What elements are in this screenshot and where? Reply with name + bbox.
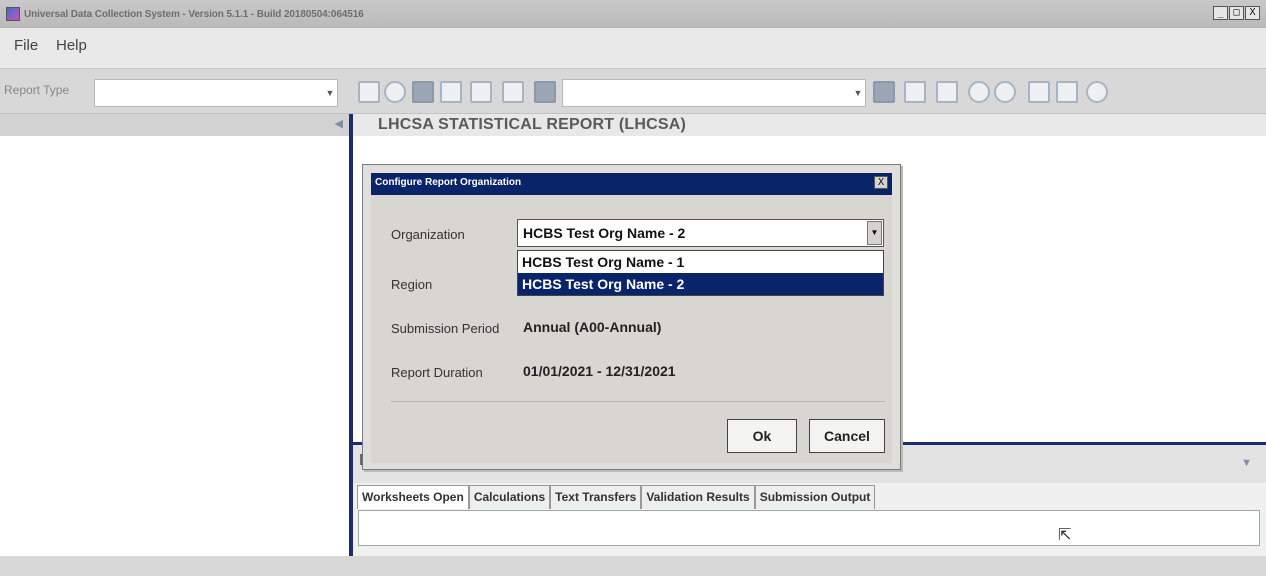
organization-label: Organization — [391, 227, 465, 242]
submission-period-label: Submission Period — [391, 321, 500, 336]
bottom-tabs: Worksheets Open Calculations Text Transf… — [357, 485, 876, 509]
back-icon[interactable] — [968, 81, 990, 103]
grid-view-icon[interactable] — [412, 81, 434, 103]
comment-icon[interactable] — [936, 81, 958, 103]
left-panel-header: ◀ — [0, 114, 349, 136]
dialog-title: Configure Report Organization — [375, 177, 522, 188]
organization-option-1[interactable]: HCBS Test Org Name - 1 — [518, 251, 883, 273]
maximize-button[interactable]: □ — [1229, 6, 1244, 20]
organization-dropdown: HCBS Test Org Name - 1 HCBS Test Org Nam… — [517, 250, 884, 296]
toolbar: Report Type ▼ ▼ — [0, 68, 1266, 114]
tab-worksheets-open[interactable]: Worksheets Open — [357, 485, 469, 509]
search-icon[interactable] — [1086, 81, 1108, 103]
collapse-bottom-icon[interactable]: ▼ — [1241, 457, 1252, 469]
dialog-close-button[interactable]: X — [874, 176, 888, 189]
delete-icon[interactable] — [873, 81, 895, 103]
report-title: LHCSA STATISTICAL REPORT (LHCSA) — [378, 116, 687, 133]
tab-text-transfers[interactable]: Text Transfers — [550, 485, 642, 509]
chevron-down-icon: ▼ — [853, 88, 863, 98]
cancel-button[interactable]: Cancel — [809, 419, 885, 453]
mouse-cursor-icon: ⇱ — [1058, 527, 1072, 544]
organization-selected-value: HCBS Test Org Name - 2 — [523, 225, 686, 241]
app-icon — [6, 7, 20, 21]
run-icon[interactable] — [534, 81, 556, 103]
dialog-separator — [391, 401, 885, 402]
report-type-select[interactable]: ▼ — [94, 79, 338, 107]
tab-calculations[interactable]: Calculations — [468, 485, 551, 509]
chevron-down-icon[interactable]: ▼ — [867, 221, 882, 245]
window-title: Universal Data Collection System - Versi… — [24, 8, 364, 20]
menu-help[interactable]: Help — [56, 37, 87, 54]
close-button[interactable]: X — [1245, 6, 1260, 20]
save-icon[interactable] — [470, 81, 492, 103]
dialog-title-bar: Configure Report Organization X — [371, 173, 892, 195]
status-bar — [0, 556, 1266, 576]
report-select[interactable]: ▼ — [562, 79, 866, 107]
organization-icon[interactable] — [384, 81, 406, 103]
left-panel — [0, 136, 349, 556]
tab-submission-output[interactable]: Submission Output — [754, 485, 876, 509]
export-icon[interactable] — [502, 81, 524, 103]
window-title-bar: Universal Data Collection System - Versi… — [0, 0, 1266, 28]
configure-report-dialog: Configure Report Organization X Organiza… — [362, 164, 901, 470]
minimize-button[interactable]: _ — [1213, 6, 1228, 20]
chevron-down-icon: ▼ — [325, 88, 335, 98]
ok-button[interactable]: Ok — [727, 419, 797, 453]
region-label: Region — [391, 277, 433, 292]
forward-icon[interactable] — [994, 81, 1016, 103]
tab-validation-results[interactable]: Validation Results — [641, 485, 755, 509]
collapse-left-icon[interactable]: ◀ — [335, 117, 343, 130]
organization-select[interactable]: HCBS Test Org Name - 2 ▼ — [517, 219, 884, 247]
organization-option-2[interactable]: HCBS Test Org Name - 2 — [518, 273, 883, 295]
bottom-content — [358, 510, 1260, 546]
page-icon[interactable] — [440, 81, 462, 103]
edit-report-icon[interactable] — [358, 81, 380, 103]
pdf-icon[interactable] — [1028, 81, 1050, 103]
menu-bar: File Help — [0, 28, 1266, 68]
window-controls: _ □ X — [1212, 6, 1260, 20]
report-duration-value: 01/01/2021 - 12/31/2021 — [523, 363, 676, 379]
excel-icon[interactable] — [1056, 81, 1078, 103]
menu-file[interactable]: File — [14, 37, 38, 54]
dialog-body: Organization HCBS Test Org Name - 2 ▼ HC… — [371, 195, 892, 463]
import-icon[interactable] — [904, 81, 926, 103]
report-duration-label: Report Duration — [391, 365, 483, 380]
report-type-label: Report Type — [4, 83, 70, 97]
submission-period-value: Annual (A00-Annual) — [523, 319, 662, 335]
